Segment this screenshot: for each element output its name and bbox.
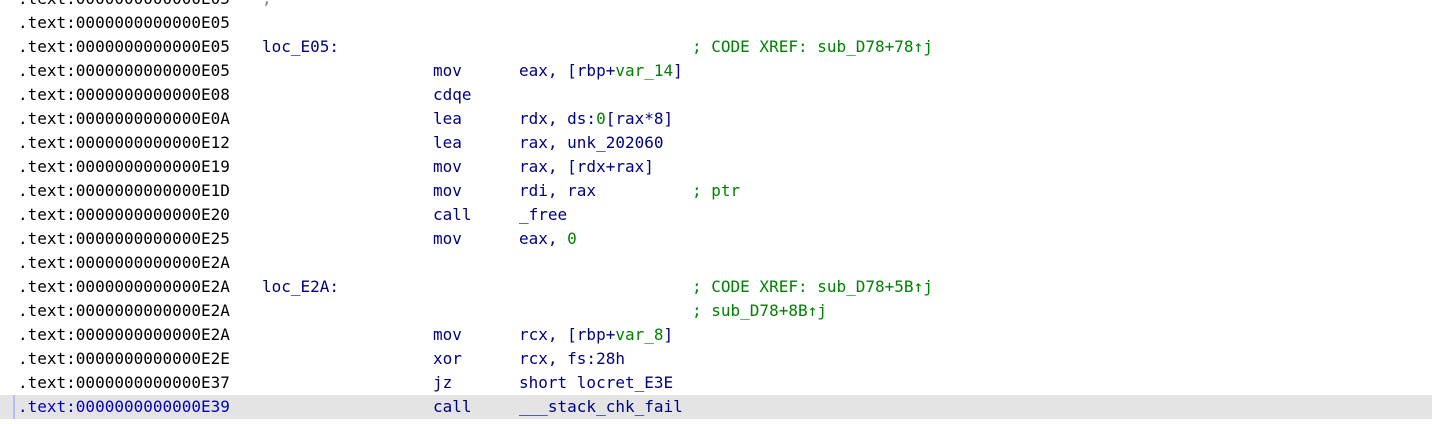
disasm-line[interactable]: .text:0000000000000E0A lea rdx, ds:0[rax*8… [0, 107, 1432, 131]
operand-text: ___stack_chk_fail [519, 397, 683, 416]
operand-text: [rax*8] [605, 109, 674, 128]
operand-text: ] [663, 325, 674, 344]
operand-text: eax, [rbp+ [519, 61, 616, 80]
line-comment: ; CODE XREF: sub_D78+78↑j [692, 37, 933, 56]
line-address[interactable]: .text:0000000000000E05 [18, 0, 230, 11]
operand-text: eax, [519, 229, 568, 248]
instruction-mnemonic[interactable]: mov [433, 155, 462, 179]
line-address[interactable]: .text:0000000000000E2A [18, 275, 230, 299]
disasm-line[interactable]: .text:0000000000000E1D mov rdi, rax ; ptr [0, 179, 1432, 203]
operand-text: rax, unk_202060 [519, 133, 664, 152]
instruction-mnemonic[interactable]: lea [433, 107, 462, 131]
line-address[interactable]: .text:0000000000000E20 [18, 203, 230, 227]
operand-variable[interactable]: var_14 [615, 61, 673, 80]
code-label[interactable]: loc_E05: [262, 35, 339, 59]
operand-number: 0 [596, 109, 606, 128]
disasm-line[interactable]: .text:0000000000000E08 cdqe [0, 83, 1432, 107]
operand-text: rcx, fs:28h [519, 349, 625, 368]
instruction-mnemonic[interactable]: mov [433, 227, 462, 251]
instruction-operands[interactable]: _free [519, 203, 567, 227]
code-label[interactable]: loc_E2A: [262, 275, 339, 299]
instruction-operands[interactable]: short locret_E3E [519, 371, 673, 395]
line-comment: ; ptr [692, 181, 741, 200]
instruction-operands[interactable]: eax, [rbp+var_14] [519, 59, 683, 83]
operand-text: short locret_E3E [519, 373, 674, 392]
line-address[interactable]: .text:0000000000000E2A [18, 251, 230, 275]
instruction-operands[interactable]: rdi, rax [519, 179, 596, 203]
disasm-line[interactable]: .text:0000000000000E19 mov rax, [rdx+rax] [0, 155, 1432, 179]
disasm-line[interactable]: .text:0000000000000E2A mov rcx, [rbp+var_8… [0, 323, 1432, 347]
disasm-line[interactable]: .text:0000000000000E2A loc_E2A: ; CODE XRE… [0, 275, 1432, 299]
operand-text: ] [673, 61, 683, 80]
disasm-line[interactable]: .text:0000000000000E20 call _free [0, 203, 1432, 227]
disasm-line[interactable]: .text:0000000000000E05 loc_E05: ; CODE XRE… [0, 35, 1432, 59]
line-comment: ; sub_D78+8B↑j [692, 301, 827, 320]
line-address[interactable]: .text:0000000000000E2A [18, 299, 230, 323]
instruction-mnemonic[interactable]: cdqe [433, 83, 472, 107]
disasm-line[interactable]: .text:0000000000000E25 mov eax, 0 [0, 227, 1432, 251]
operand-text: rax, [rdx+rax] [519, 157, 654, 176]
operand-variable[interactable]: var_8 [615, 325, 663, 344]
instruction-mnemonic[interactable]: xor [433, 347, 462, 371]
line-address[interactable]: .text:0000000000000E39 [18, 395, 230, 419]
line-address[interactable]: .text:0000000000000E2A [18, 323, 230, 347]
line-address[interactable]: .text:0000000000000E05 [18, 35, 230, 59]
instruction-operands[interactable]: rdx, ds:0[rax*8] [519, 107, 673, 131]
separator-line: ; --------------------------------------… [262, 0, 1023, 11]
line-address[interactable]: .text:0000000000000E05 [18, 59, 230, 83]
instruction-mnemonic[interactable]: call [433, 395, 472, 419]
instruction-operands[interactable]: rax, [rdx+rax] [519, 155, 654, 179]
instruction-mnemonic[interactable]: jz [433, 371, 452, 395]
operand-text: rdx, ds: [519, 109, 597, 128]
instruction-operands[interactable]: ___stack_chk_fail [519, 395, 683, 419]
line-address[interactable]: .text:0000000000000E19 [18, 155, 230, 179]
disasm-line[interactable]: .text:0000000000000E37 jz short locret_E3E [0, 371, 1432, 395]
disasm-line[interactable]: .text:0000000000000E2A [0, 251, 1432, 275]
line-address[interactable]: .text:0000000000000E37 [18, 371, 230, 395]
disasm-line[interactable]: .text:0000000000000E05 mov eax, [rbp+var_1… [0, 59, 1432, 83]
instruction-mnemonic[interactable]: mov [433, 59, 462, 83]
line-address[interactable]: .text:0000000000000E12 [18, 131, 230, 155]
selection-marker [13, 395, 15, 419]
line-address[interactable]: .text:0000000000000E2E [18, 347, 230, 371]
instruction-mnemonic[interactable]: mov [433, 323, 462, 347]
line-address[interactable]: .text:0000000000000E1D [18, 179, 230, 203]
disasm-line[interactable]: .text:0000000000000E12 lea rax, unk_202060 [0, 131, 1432, 155]
line-comment: ; CODE XREF: sub_D78+5B↑j [692, 277, 933, 296]
line-address[interactable]: .text:0000000000000E05 [18, 11, 230, 35]
instruction-operands[interactable]: rax, unk_202060 [519, 131, 664, 155]
operand-text: rdi, rax [519, 181, 597, 200]
instruction-operands[interactable]: eax, 0 [519, 227, 577, 251]
instruction-operands[interactable]: rcx, [rbp+var_8] [519, 323, 673, 347]
line-address[interactable]: .text:0000000000000E0A [18, 107, 230, 131]
disasm-line[interactable]: .text:0000000000000E05 [0, 11, 1432, 35]
operand-number: 0 [567, 229, 577, 248]
instruction-mnemonic[interactable]: call [433, 203, 472, 227]
instruction-mnemonic[interactable]: lea [433, 131, 462, 155]
instruction-mnemonic[interactable]: mov [433, 179, 462, 203]
disasm-line[interactable]: .text:0000000000000E2A ; sub_D78+8B↑j [0, 299, 1432, 323]
disassembly-view[interactable]: .text:0000000000000E05 ; ----------------… [0, 0, 1432, 424]
operand-text: rcx, [rbp+ [519, 325, 616, 344]
disasm-line[interactable]: .text:0000000000000E2E xor rcx, fs:28h [0, 347, 1432, 371]
operand-text: _free [519, 205, 568, 224]
disasm-line[interactable]: .text:0000000000000E39 call ___stack_chk_f… [0, 395, 1432, 419]
line-address[interactable]: .text:0000000000000E08 [18, 83, 230, 107]
instruction-operands[interactable]: rcx, fs:28h [519, 347, 625, 371]
disasm-line[interactable]: .text:0000000000000E05 ; ----------------… [0, 0, 1432, 11]
line-address[interactable]: .text:0000000000000E25 [18, 227, 230, 251]
